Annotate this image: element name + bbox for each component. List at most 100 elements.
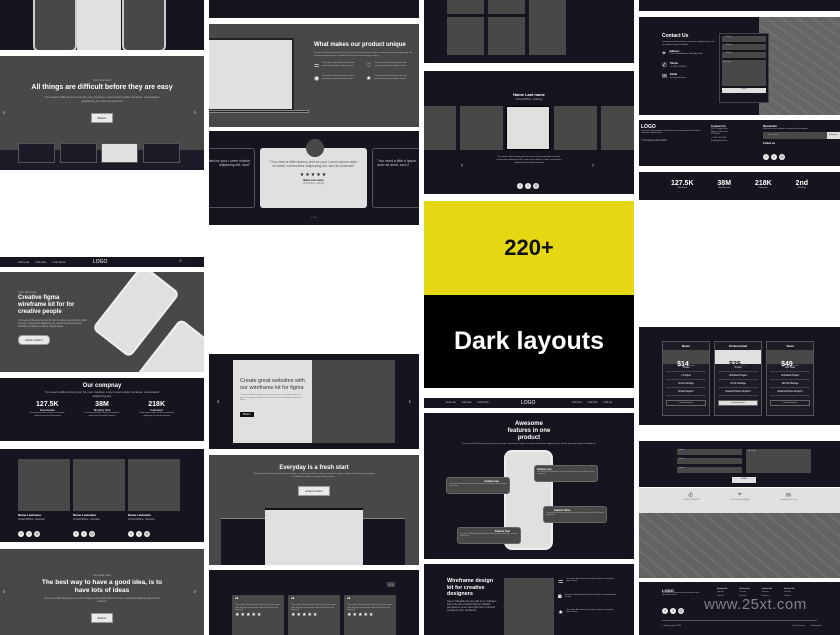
- section-body: You need a little dummy text for your mo…: [240, 394, 302, 402]
- map[interactable]: [761, 17, 840, 115]
- contact-section: Contact Us Lorem ipsum dolor sit amet, c…: [639, 17, 840, 115]
- stat-item: 38M Monthly visit: [717, 180, 732, 189]
- create-account-button[interactable]: Create Account: [718, 400, 758, 406]
- message-field[interactable]: Message: [746, 449, 811, 473]
- action-button[interactable]: Action button: [298, 486, 330, 496]
- nav-link[interactable]: Link one: [446, 401, 456, 404]
- nav-link[interactable]: Link one: [18, 260, 29, 264]
- nav-link[interactable]: Link two: [35, 260, 46, 264]
- stats-bar: 127.5K Download 38M Monthly visit 218K Foll…: [639, 172, 840, 200]
- facebook-icon[interactable]: f: [763, 154, 769, 161]
- promo-count-banner: 220+: [424, 201, 634, 295]
- chevron-right-icon[interactable]: ›: [194, 589, 196, 596]
- plan-price-box: $49/month: [767, 350, 813, 368]
- contact-form-section: Name Phone Email Message SEND: [639, 441, 840, 487]
- email-field[interactable]: Email: [677, 467, 742, 473]
- create-account-button[interactable]: Create Account: [770, 400, 810, 406]
- message-field[interactable]: Message: [722, 60, 766, 86]
- hero-title: Creative figma wireframe kit for for cre…: [18, 295, 75, 315]
- footer: LOGO You need a little dummy text for yo…: [639, 120, 840, 166]
- instagram-icon[interactable]: ◎: [89, 531, 95, 537]
- facebook-icon[interactable]: f: [73, 531, 79, 537]
- promo-label: Dark layouts: [453, 327, 605, 355]
- send-button[interactable]: SEND: [732, 477, 756, 483]
- twitter-icon[interactable]: t: [771, 154, 777, 161]
- team-member: Name Lastname Chief/Office, Startup f t ◎: [73, 459, 125, 540]
- facebook-icon[interactable]: f: [662, 608, 668, 615]
- slider-thumb-active[interactable]: [101, 143, 138, 163]
- slider-thumb[interactable]: [60, 143, 97, 163]
- section-title: Wireframe design kit for creative design…: [447, 578, 494, 597]
- phone-mockup: [122, 0, 166, 50]
- slider-button[interactable]: Button: [90, 613, 114, 623]
- hero-body: You need a little dummy text for your mo…: [18, 319, 87, 328]
- testimonial-carousel: ded for your Lorem ectetur adipiscing el…: [209, 131, 419, 225]
- name-field[interactable]: Name: [677, 449, 742, 455]
- testimonial-card-side: "You need a little d ipsum dolor sit ame…: [372, 148, 419, 208]
- twitter-icon[interactable]: t: [26, 531, 32, 537]
- nav-link[interactable]: Link six: [603, 401, 612, 404]
- footer: LOGO You need a little dummy text for yo…: [639, 582, 840, 635]
- team-slider-section: Name Last name Chief/Office, Startup ‹ ›…: [424, 71, 634, 194]
- company-title: Our compnay: [82, 383, 122, 389]
- phone-field[interactable]: Phone: [722, 44, 766, 50]
- slider-button[interactable]: Button: [90, 113, 114, 123]
- instagram-icon[interactable]: ◎: [678, 608, 684, 615]
- name-field[interactable]: Name: [722, 36, 766, 42]
- section-button[interactable]: Button: [240, 411, 254, 417]
- subscribe-button[interactable]: Subscribe: [827, 132, 840, 140]
- wireframe-kit-section: Wireframe design kit for creative design…: [424, 564, 634, 635]
- chevron-right-icon[interactable]: ›: [592, 163, 594, 169]
- twitter-icon[interactable]: t: [670, 608, 676, 615]
- contact-info-bar: ✆ +1 (555) 403-5678 ⌖ 1 Park street, City,…: [639, 488, 840, 513]
- twitter-icon[interactable]: t: [525, 183, 531, 189]
- facebook-icon[interactable]: f: [18, 531, 24, 537]
- nav-link[interactable]: Link four: [572, 401, 582, 404]
- instagram-icon[interactable]: ◎: [533, 183, 539, 189]
- chevron-left-icon[interactable]: ‹: [3, 589, 5, 596]
- nav-link[interactable]: Link three: [52, 260, 65, 264]
- phone-field[interactable]: Phone: [677, 458, 742, 464]
- feature-slider-section: ‹ › Create great websites with our wiref…: [209, 354, 419, 449]
- nav-link[interactable]: Link two: [462, 401, 472, 404]
- chevron-right-icon[interactable]: ›: [194, 110, 196, 117]
- logo[interactable]: LOGO: [521, 400, 535, 406]
- instagram-icon[interactable]: ◎: [144, 531, 150, 537]
- instagram-icon[interactable]: ◎: [34, 531, 40, 537]
- laptop-mockup: [209, 38, 294, 111]
- feature-item: ⚌ You need a little dummy text for your m…: [558, 578, 614, 585]
- chevron-right-icon[interactable]: ›: [409, 398, 411, 405]
- chevron-left-icon[interactable]: ‹: [217, 398, 219, 405]
- testimonial-card-side: ded for your Lorem ectetur adipiscing el…: [209, 148, 255, 208]
- search-icon[interactable]: ⌕: [179, 258, 182, 264]
- twitter-icon[interactable]: t: [136, 531, 142, 537]
- newsletter-input[interactable]: Your email: [763, 132, 827, 140]
- slider-thumb[interactable]: [18, 143, 55, 163]
- hero-action-button[interactable]: Action button: [18, 335, 50, 345]
- nav-link[interactable]: Link five: [588, 401, 598, 404]
- instagram-icon[interactable]: ◎: [779, 154, 785, 161]
- nav-link[interactable]: Link three: [477, 401, 488, 404]
- chevron-left-icon[interactable]: ‹: [461, 163, 463, 169]
- map[interactable]: [639, 513, 840, 578]
- email-field[interactable]: Email: [722, 52, 766, 58]
- promo-label-banner: Dark layouts: [424, 295, 634, 388]
- facebook-icon[interactable]: f: [517, 183, 523, 189]
- facebook-icon[interactable]: f: [128, 531, 134, 537]
- section-body: Sea of Tranquility the sky calls to us. …: [447, 599, 497, 612]
- slider-body: You need a little dummy text for your mo…: [44, 95, 160, 103]
- pricing-section: Basic $14/month 1 User 1 Project 10 Gb Stora…: [639, 327, 840, 425]
- team-member: Name Lastname Chief/Office, Startup f t ◎: [128, 459, 180, 540]
- slider-body: You need a little dummy text for your mo…: [44, 597, 160, 603]
- carousel-dots[interactable]: • ● •: [209, 215, 419, 219]
- carousel-arrows[interactable]: ‹ ›: [387, 582, 395, 587]
- create-account-button[interactable]: Create Account: [666, 400, 706, 406]
- slider-thumb[interactable]: [143, 143, 180, 163]
- send-button[interactable]: SEND: [722, 88, 766, 93]
- plan-name: Professional: [728, 344, 747, 348]
- twitter-icon[interactable]: t: [81, 531, 87, 537]
- chevron-left-icon[interactable]: ‹: [3, 110, 5, 117]
- hero-phones-section: Your title here Creative figma wireframe…: [0, 272, 204, 372]
- feature-item: ⚌ You need a little dummy text for your m…: [314, 62, 355, 69]
- logo[interactable]: LOGO: [93, 259, 107, 265]
